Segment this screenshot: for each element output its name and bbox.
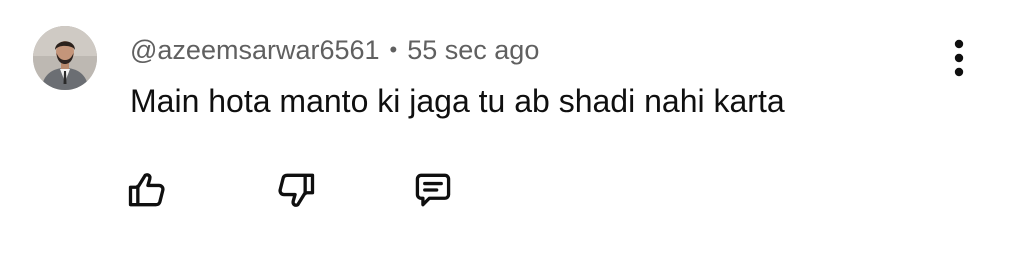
reply-button[interactable] <box>403 160 463 220</box>
comment-timestamp: 55 sec ago <box>407 34 540 65</box>
comment-reply-icon <box>415 173 451 207</box>
avatar[interactable] <box>33 26 97 90</box>
thumbs-down-icon <box>278 173 315 207</box>
like-button[interactable] <box>117 160 177 220</box>
comment-item: @azeemsarwar6561 • 55 sec ago Main hota … <box>0 0 1024 253</box>
meta-separator: • <box>389 37 398 62</box>
avatar-image <box>33 26 97 90</box>
comment-text: Main hota manto ki jaga tu ab shadi nahi… <box>130 83 785 119</box>
author-name[interactable]: @azeemsarwar6561 <box>130 35 380 66</box>
more-options-button[interactable] <box>944 38 974 80</box>
dislike-button[interactable] <box>266 160 326 220</box>
vertical-ellipsis-icon <box>954 39 964 77</box>
thumbs-up-icon <box>128 173 165 207</box>
comment-meta: @azeemsarwar6561 • 55 sec ago <box>130 33 539 67</box>
